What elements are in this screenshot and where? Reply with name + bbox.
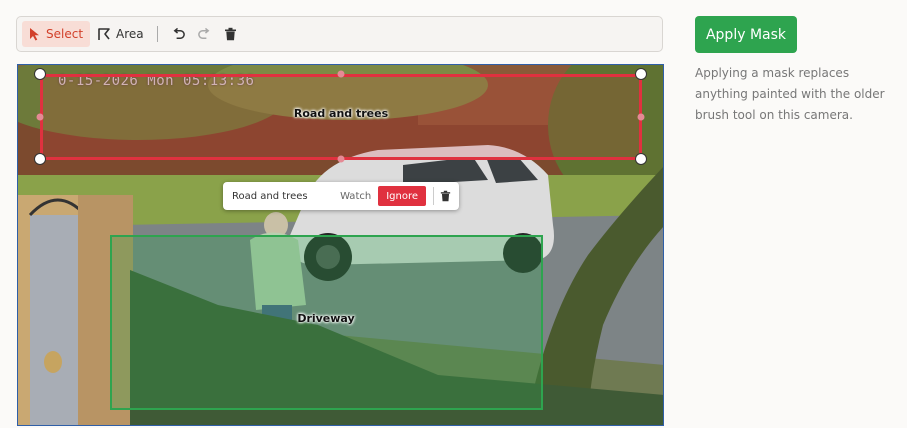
zone-edge-handle-bottom[interactable]: [337, 155, 345, 163]
zone-edge-handle-top[interactable]: [337, 70, 345, 78]
undo-icon: [173, 27, 186, 39]
zone-action-popup: Road and trees Watch Ignore: [223, 182, 459, 210]
zone-edge-handle-right[interactable]: [637, 113, 645, 121]
zone-label-driveway: Driveway: [297, 312, 355, 325]
select-tool-button[interactable]: Select: [22, 21, 91, 47]
zone-label-road-and-trees: Road and trees: [293, 107, 389, 120]
toolbar-divider: [156, 26, 158, 42]
apply-mask-button[interactable]: Apply Mask: [695, 16, 797, 53]
zone-corner-handle-top-left[interactable]: [34, 68, 46, 80]
area-tool-button[interactable]: Area: [90, 21, 151, 47]
zone-corner-handle-bottom-right[interactable]: [635, 153, 647, 165]
redo-button[interactable]: [192, 21, 218, 47]
editor-toolbar: Select Area: [16, 16, 663, 52]
ignore-button[interactable]: Ignore: [378, 186, 426, 206]
popup-divider: [433, 187, 434, 205]
cursor-arrow-icon: [30, 28, 39, 41]
zone-edge-handle-left[interactable]: [36, 113, 44, 121]
undo-button[interactable]: [166, 21, 192, 47]
zone-corner-handle-bottom-left[interactable]: [34, 153, 46, 165]
apply-mask-help-text: Applying a mask replaces anything painte…: [695, 66, 885, 122]
area-tool-label: Area: [116, 27, 144, 41]
trash-icon: [225, 27, 237, 41]
watch-button[interactable]: Watch: [340, 191, 371, 202]
trash-icon: [440, 190, 451, 202]
popup-zone-name: Road and trees: [232, 190, 308, 202]
zone-corner-handle-top-right[interactable]: [635, 68, 647, 80]
popup-delete-button[interactable]: [440, 190, 451, 202]
redo-icon: [198, 27, 210, 39]
delete-zone-button[interactable]: [218, 21, 244, 47]
camera-view[interactable]: 0-15-2026 Mon 05:13:36 Road and trees Dr…: [17, 64, 664, 426]
select-tool-label: Select: [46, 27, 84, 41]
area-polygon-icon: [98, 28, 110, 40]
